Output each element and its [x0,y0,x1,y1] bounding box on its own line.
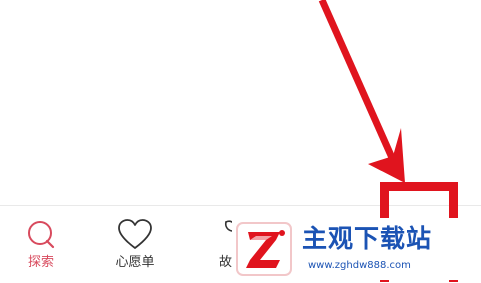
tab-wishlist[interactable]: 心愿单 [102,206,168,283]
search-icon [24,219,58,255]
watermark-title: 主观下载站 [302,224,433,253]
tab-explore-label: 探索 [27,255,54,270]
content-area [0,0,481,205]
watermark: 主观下载站 www.zghdw888.com [232,218,472,280]
tab-wishlist-label: 心愿单 [115,255,155,270]
tab-explore[interactable]: 探索 [10,206,72,283]
watermark-url: www.zghdw888.com [308,260,411,271]
heart-icon [117,219,153,255]
watermark-logo-icon [236,222,292,276]
